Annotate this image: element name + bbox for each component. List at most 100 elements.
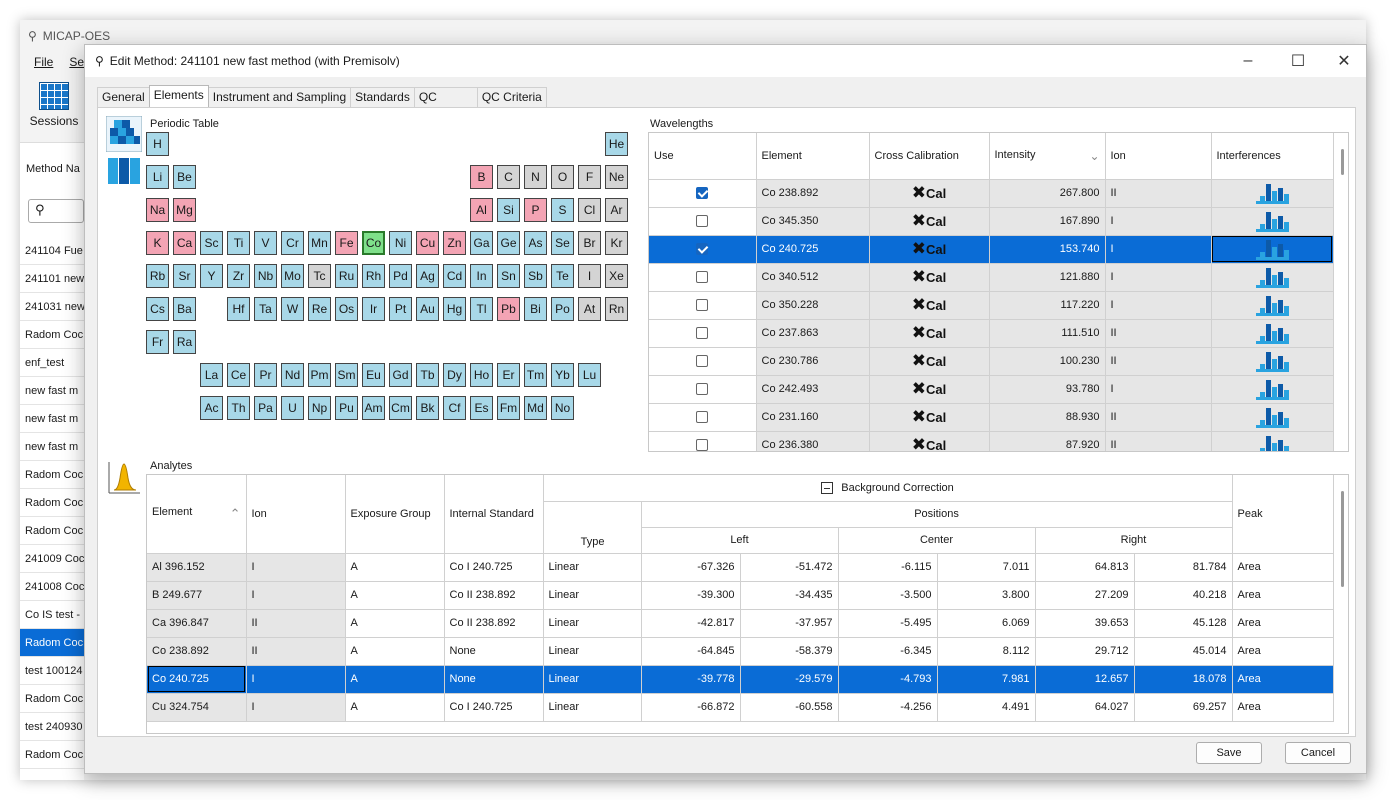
element-tile-nb[interactable]: Nb <box>254 264 277 288</box>
method-list-item[interactable]: 241104 Fue <box>20 237 84 265</box>
analyte-peak[interactable]: Area <box>1232 693 1334 722</box>
method-list-item[interactable]: new fast m <box>20 377 84 405</box>
element-tile-no[interactable]: No <box>551 396 574 420</box>
cross-calibration-cell[interactable]: ✖Cal <box>869 375 990 404</box>
center-end[interactable]: 7.981 <box>937 665 1036 694</box>
tab-qc-criteria[interactable]: QC Criteria <box>476 87 547 107</box>
wavelength-row[interactable]: Co 231.160 ✖Cal 88.930 II <box>649 403 1334 432</box>
element-tile-np[interactable]: Np <box>308 396 331 420</box>
col-left[interactable]: Left <box>641 527 839 554</box>
cross-calibration-toggle[interactable]: ✖Cal <box>912 183 946 202</box>
element-tile-pm[interactable]: Pm <box>308 363 331 387</box>
analyte-exposure-group[interactable]: A <box>345 637 445 666</box>
element-tile-sm[interactable]: Sm <box>335 363 358 387</box>
wavelength-row[interactable]: Co 236.380 ✖Cal 87.920 II <box>649 431 1334 451</box>
element-tile-ge[interactable]: Ge <box>497 231 520 255</box>
method-list-item[interactable]: Radom Coc <box>20 629 84 657</box>
element-tile-cl[interactable]: Cl <box>578 198 601 222</box>
center-end[interactable]: 4.491 <box>937 693 1036 722</box>
element-tile-w[interactable]: W <box>281 297 304 321</box>
left-end[interactable]: -58.379 <box>740 637 839 666</box>
analyte-type[interactable]: Linear <box>543 553 642 582</box>
element-tile-co[interactable]: Co <box>362 231 385 255</box>
analyte-exposure-group[interactable]: A <box>345 553 445 582</box>
element-tile-tc[interactable]: Tc <box>308 264 331 288</box>
use-checkbox[interactable] <box>696 243 709 256</box>
element-tile-ca[interactable]: Ca <box>173 231 196 255</box>
left-start[interactable]: -64.845 <box>641 637 741 666</box>
analyte-exposure-group[interactable]: A <box>345 609 445 638</box>
left-start[interactable]: -67.326 <box>641 553 741 582</box>
cross-calibration-cell[interactable]: ✖Cal <box>869 207 990 236</box>
col-an-exposure-group[interactable]: Exposure Group <box>345 475 445 554</box>
method-list-item[interactable]: Radom Coc <box>20 685 84 713</box>
element-tile-in[interactable]: In <box>470 264 493 288</box>
element-tile-pd[interactable]: Pd <box>389 264 412 288</box>
cross-calibration-toggle[interactable]: ✖Cal <box>912 211 946 230</box>
left-start[interactable]: -42.817 <box>641 609 741 638</box>
right-end[interactable]: 18.078 <box>1134 665 1233 694</box>
element-tile-hf[interactable]: Hf <box>227 297 250 321</box>
left-start[interactable]: -39.778 <box>641 665 741 694</box>
left-start[interactable]: -66.872 <box>641 693 741 722</box>
method-list-item[interactable]: 241031 new <box>20 293 84 321</box>
interference-chart-icon[interactable] <box>1256 350 1289 372</box>
element-tile-ag[interactable]: Ag <box>416 264 439 288</box>
left-end[interactable]: -60.558 <box>740 693 839 722</box>
method-list-item[interactable]: new fast m <box>20 405 84 433</box>
analyte-peak[interactable]: Area <box>1232 609 1334 638</box>
element-tile-pr[interactable]: Pr <box>254 363 277 387</box>
method-list-item[interactable]: 241008 Coc <box>20 573 84 601</box>
element-tile-tl[interactable]: Tl <box>470 297 493 321</box>
element-tile-au[interactable]: Au <box>416 297 439 321</box>
element-tile-sn[interactable]: Sn <box>497 264 520 288</box>
interference-chart-icon[interactable] <box>1256 210 1289 232</box>
analyte-type[interactable]: Linear <box>543 609 642 638</box>
element-tile-ti[interactable]: Ti <box>227 231 250 255</box>
tab-qc[interactable]: QC <box>413 87 478 107</box>
interferences-cell[interactable] <box>1211 319 1334 348</box>
analyte-exposure-group[interactable]: A <box>345 581 445 610</box>
element-tile-yb[interactable]: Yb <box>551 363 574 387</box>
menu-second[interactable]: Se <box>69 55 84 69</box>
element-tile-si[interactable]: Si <box>497 198 520 222</box>
center-start[interactable]: -6.115 <box>838 553 938 582</box>
analyte-internal-standard[interactable]: None <box>444 665 544 694</box>
use-cell[interactable] <box>649 179 757 208</box>
method-name-header[interactable]: Method Na <box>26 163 80 175</box>
element-tile-tm[interactable]: Tm <box>524 363 547 387</box>
cross-calibration-toggle[interactable]: ✖Cal <box>912 267 946 286</box>
method-list-item[interactable]: Radom Coc <box>20 321 84 349</box>
cross-calibration-toggle[interactable]: ✖Cal <box>912 379 946 398</box>
element-tile-ac[interactable]: Ac <box>200 396 223 420</box>
element-tile-mo[interactable]: Mo <box>281 264 304 288</box>
left-end[interactable]: -37.957 <box>740 609 839 638</box>
col-element[interactable]: Element <box>756 133 870 180</box>
cross-calibration-cell[interactable]: ✖Cal <box>869 347 990 376</box>
element-tile-u[interactable]: U <box>281 396 304 420</box>
use-checkbox[interactable] <box>696 355 709 368</box>
interference-chart-icon[interactable] <box>1256 294 1289 316</box>
analyte-type[interactable]: Linear <box>543 581 642 610</box>
wavelength-row[interactable]: Co 345.350 ✖Cal 167.890 I <box>649 207 1334 236</box>
element-tile-cr[interactable]: Cr <box>281 231 304 255</box>
left-end[interactable]: -34.435 <box>740 581 839 610</box>
analyte-row[interactable]: Cu 324.754 I A Co I 240.725 Linear -66.872 -60… <box>147 693 1334 722</box>
use-checkbox[interactable] <box>696 439 709 451</box>
col-positions[interactable]: Positions <box>641 501 1233 528</box>
element-tile-p[interactable]: P <box>524 198 547 222</box>
element-tile-ga[interactable]: Ga <box>470 231 493 255</box>
right-end[interactable]: 40.218 <box>1134 581 1233 610</box>
sessions-button[interactable]: Sessions <box>26 82 82 128</box>
col-use[interactable]: Use <box>649 133 757 180</box>
right-end[interactable]: 69.257 <box>1134 693 1233 722</box>
col-ion[interactable]: Ion <box>1105 133 1212 180</box>
element-tile-po[interactable]: Po <box>551 297 574 321</box>
element-tile-hg[interactable]: Hg <box>443 297 466 321</box>
element-tile-tb[interactable]: Tb <box>416 363 439 387</box>
element-tile-ni[interactable]: Ni <box>389 231 412 255</box>
col-intensity[interactable]: Intensity ⌄ <box>989 133 1106 180</box>
menu-file[interactable]: File <box>34 55 53 69</box>
right-start[interactable]: 29.712 <box>1035 637 1135 666</box>
element-tile-na[interactable]: Na <box>146 198 169 222</box>
